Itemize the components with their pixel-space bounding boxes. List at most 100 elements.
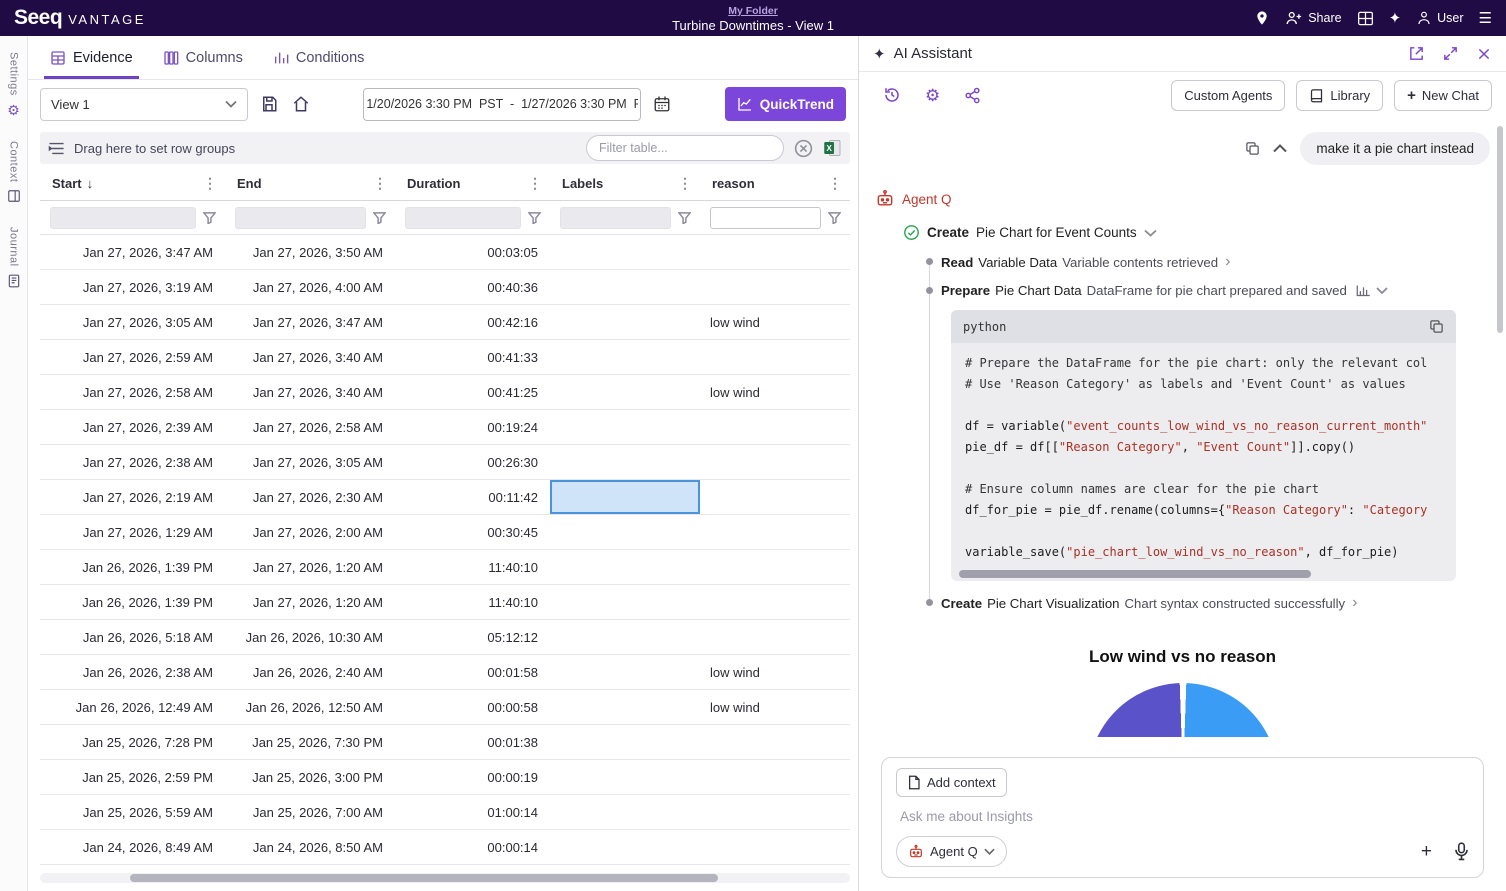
column-filter-input[interactable] (235, 207, 366, 229)
chevron-right-icon[interactable]: › (1352, 595, 1357, 611)
table-cell[interactable]: 11:40:10 (395, 585, 550, 619)
table-cell[interactable] (550, 795, 700, 829)
table-cell[interactable]: 00:30:45 (395, 515, 550, 549)
rail-journal[interactable]: Journal (7, 227, 21, 288)
column-filter-input[interactable] (710, 207, 821, 229)
pie-chart[interactable] (1088, 683, 1278, 737)
table-cell[interactable] (700, 585, 850, 619)
filter-icon[interactable] (373, 212, 386, 224)
save-view-button[interactable] (258, 93, 280, 115)
chevron-right-icon[interactable]: › (1225, 254, 1230, 270)
table-cell[interactable]: Jan 27, 2026, 3:40 AM (225, 340, 395, 374)
table-cell[interactable] (550, 445, 700, 479)
tab-columns[interactable]: Columns (151, 36, 255, 79)
user-menu-button[interactable]: User (1416, 10, 1463, 26)
column-header-start[interactable]: Start ↓ ⋮ (40, 167, 225, 200)
table-cell[interactable] (550, 235, 700, 269)
custom-agents-button[interactable]: Custom Agents (1171, 80, 1285, 111)
column-filter-input[interactable] (560, 207, 671, 229)
sort-desc-icon[interactable]: ↓ (87, 176, 94, 191)
table-cell[interactable] (700, 760, 850, 794)
settings-label[interactable]: Settings (8, 52, 20, 96)
table-cell[interactable]: Jan 26, 2026, 10:30 AM (225, 620, 395, 654)
table-cell[interactable] (700, 830, 850, 864)
share-button[interactable]: Share (1285, 10, 1341, 26)
table-cell[interactable] (550, 830, 700, 864)
copy-code-icon[interactable] (1429, 319, 1444, 334)
share-chat-button[interactable] (964, 87, 981, 104)
code-scrollbar-thumb[interactable] (959, 570, 1311, 578)
add-context-button[interactable]: Add context (896, 768, 1007, 797)
copy-message-icon[interactable] (1245, 141, 1260, 156)
rail-context[interactable]: Context (7, 141, 21, 203)
tab-evidence[interactable]: Evidence (38, 36, 145, 79)
table-cell[interactable] (550, 340, 700, 374)
breadcrumb-my-folder[interactable]: My Folder (728, 5, 778, 17)
table-cell[interactable]: 00:26:30 (395, 445, 550, 479)
table-cell[interactable] (550, 480, 700, 514)
table-cell[interactable] (550, 375, 700, 409)
column-header-reason[interactable]: reason ⋮ (700, 167, 850, 200)
view-select[interactable]: View 1 (40, 88, 248, 121)
column-menu-icon[interactable]: ⋮ (201, 175, 219, 192)
quicktrend-button[interactable]: QuickTrend (725, 87, 846, 121)
library-button[interactable]: Library (1296, 80, 1383, 111)
table-cell[interactable]: Jan 25, 2026, 7:00 AM (225, 795, 395, 829)
table-cell[interactable]: 00:00:14 (395, 830, 550, 864)
table-cell[interactable]: Jan 26, 2026, 1:39 PM (40, 585, 225, 619)
chevron-down-icon[interactable] (1376, 287, 1388, 294)
code-body[interactable]: # Prepare the DataFrame for the pie char… (951, 343, 1456, 581)
column-header-labels[interactable]: Labels ⋮ (550, 167, 700, 200)
dataframe-chart-icon[interactable] (1356, 284, 1371, 297)
table-cell[interactable]: 00:01:38 (395, 725, 550, 759)
filter-icon[interactable] (203, 212, 216, 224)
worksheets-button[interactable] (1357, 11, 1374, 26)
table-cell[interactable] (550, 725, 700, 759)
table-cell[interactable]: low wind (700, 690, 850, 724)
journal-icon[interactable] (7, 274, 21, 288)
task-row[interactable]: Create Pie Chart for Event Counts (903, 224, 1490, 241)
step-create-pie-chart-visualization[interactable]: Create Pie Chart Visualization Chart syn… (926, 595, 1490, 611)
table-cell[interactable] (700, 515, 850, 549)
table-cell[interactable] (700, 340, 850, 374)
gear-icon[interactable]: ⚙ (7, 103, 20, 117)
new-chat-button[interactable]: + New Chat (1394, 80, 1492, 111)
horizontal-scrollbar[interactable] (40, 873, 850, 883)
clear-filter-icon[interactable] (793, 138, 814, 159)
table-cell[interactable]: Jan 27, 2026, 2:39 AM (40, 410, 225, 444)
table-cell[interactable]: Jan 24, 2026, 8:50 AM (225, 830, 395, 864)
excel-export-icon[interactable]: X (823, 139, 842, 157)
table-cell[interactable]: Jan 27, 2026, 3:05 AM (225, 445, 395, 479)
attach-plus-icon[interactable]: + (1421, 842, 1432, 861)
table-cell[interactable]: 00:01:58 (395, 655, 550, 689)
column-filter-input[interactable] (50, 207, 196, 229)
table-cell[interactable]: Jan 27, 2026, 1:20 AM (225, 585, 395, 619)
gear-icon[interactable]: ⚙ (925, 87, 940, 104)
table-cell[interactable]: Jan 27, 2026, 2:59 AM (40, 340, 225, 374)
date-range-input[interactable] (363, 88, 641, 121)
table-cell[interactable]: Jan 26, 2026, 5:18 AM (40, 620, 225, 654)
table-cell[interactable]: 01:00:14 (395, 795, 550, 829)
table-cell[interactable] (550, 760, 700, 794)
calendar-button[interactable] (651, 93, 673, 115)
context-label[interactable]: Context (8, 141, 20, 182)
step-read-variable-data[interactable]: Read Variable Data Variable contents ret… (926, 254, 1490, 270)
table-cell[interactable]: Jan 27, 2026, 3:40 AM (225, 375, 395, 409)
scrollbar-thumb[interactable] (130, 874, 718, 882)
table-cell[interactable]: 00:41:33 (395, 340, 550, 374)
table-cell[interactable] (550, 550, 700, 584)
table-cell[interactable]: 05:12:12 (395, 620, 550, 654)
collapse-message-icon[interactable] (1273, 144, 1287, 153)
table-cell[interactable]: Jan 27, 2026, 3:19 AM (40, 270, 225, 304)
table-cell[interactable]: Jan 27, 2026, 2:38 AM (40, 445, 225, 479)
table-cell[interactable] (700, 410, 850, 444)
table-cell[interactable] (700, 445, 850, 479)
table-cell[interactable] (550, 270, 700, 304)
table-cell[interactable] (550, 305, 700, 339)
chat-input-placeholder[interactable]: Ask me about Insights (900, 809, 1467, 824)
table-cell[interactable]: Jan 26, 2026, 1:39 PM (40, 550, 225, 584)
table-cell[interactable] (550, 515, 700, 549)
table-cell[interactable]: Jan 27, 2026, 3:05 AM (40, 305, 225, 339)
table-cell[interactable]: 11:40:10 (395, 550, 550, 584)
table-cell[interactable]: Jan 27, 2026, 2:19 AM (40, 480, 225, 514)
